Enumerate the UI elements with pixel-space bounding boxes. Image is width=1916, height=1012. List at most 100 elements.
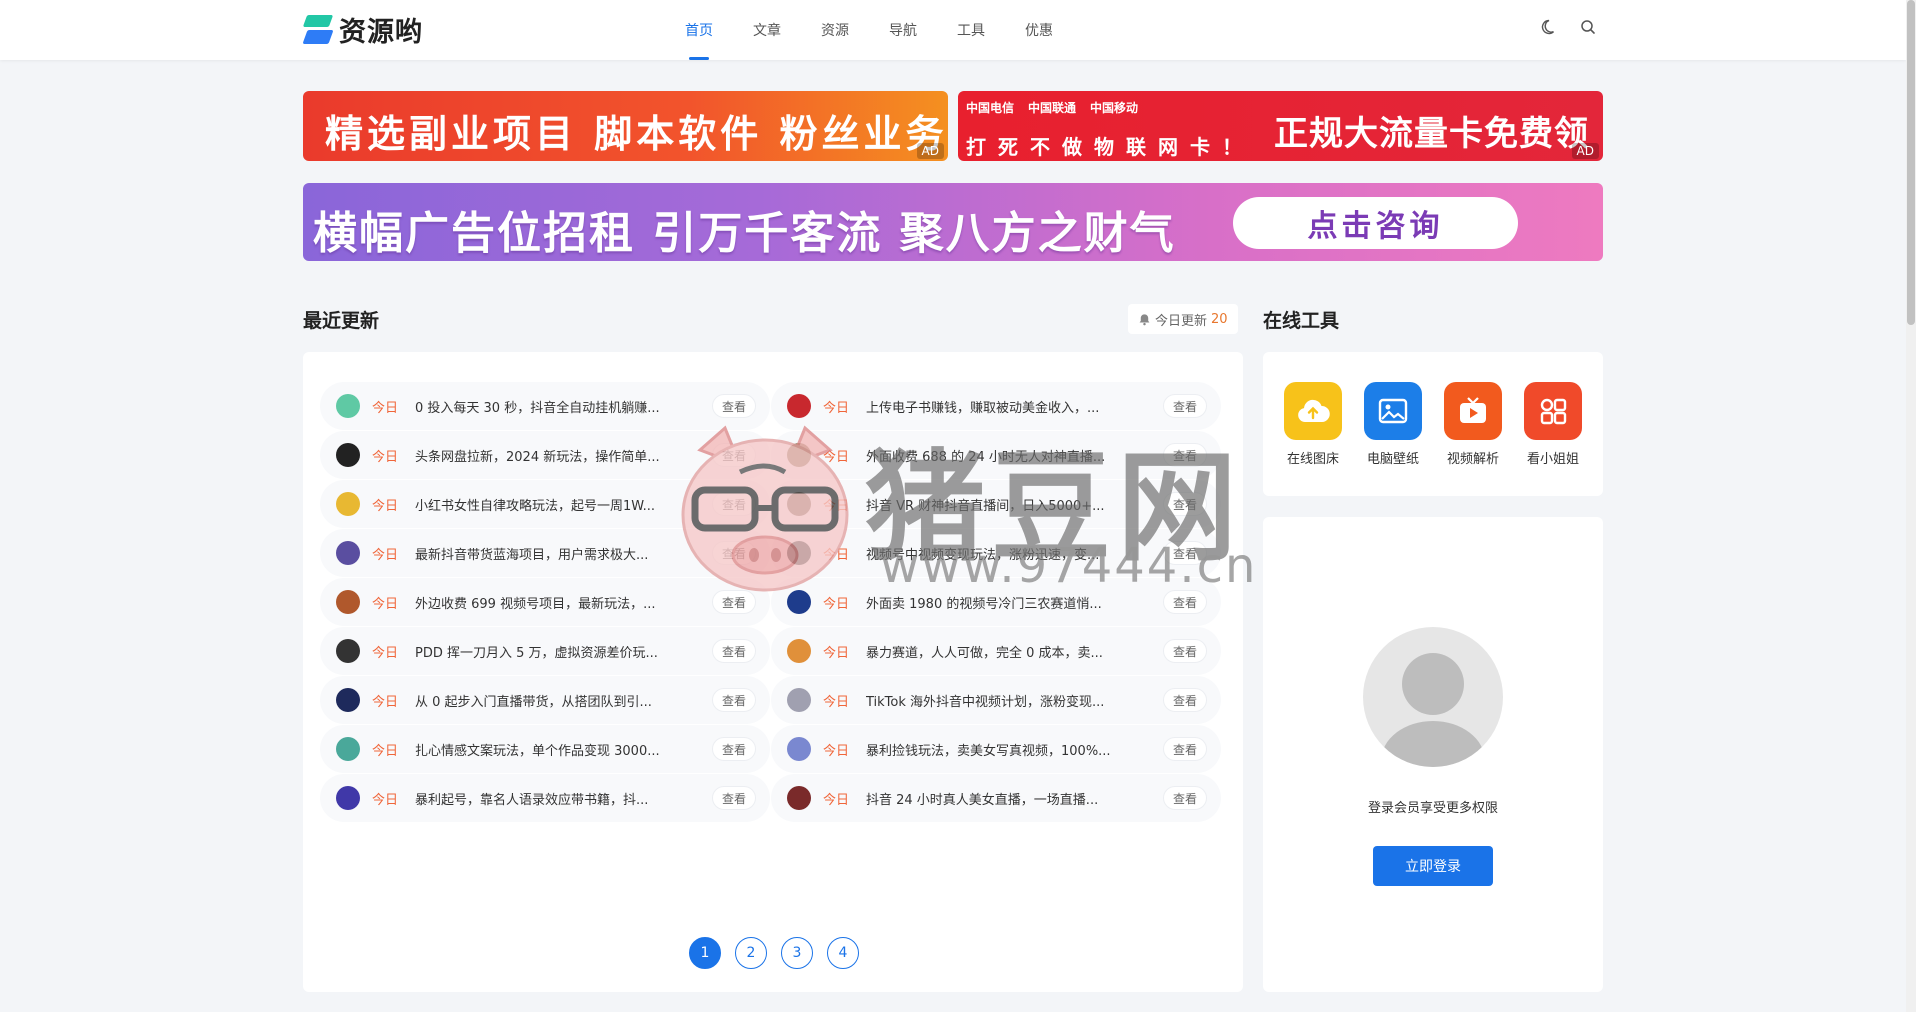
carrier-mobile: 中国移动: [1090, 101, 1139, 115]
item-title[interactable]: 外面收费 688 的 24 小时无人对神直播...: [866, 446, 1126, 465]
tool-video-parse[interactable]: 视频解析: [1433, 382, 1513, 467]
item-title[interactable]: 暴利捡钱玩法，卖美女写真视频，100%...: [866, 740, 1126, 759]
list-item[interactable]: 今日 上传电子书赚钱，赚取被动美金收入，... 查看: [771, 382, 1221, 430]
view-button[interactable]: 查看: [1163, 688, 1207, 712]
view-button[interactable]: 查看: [1163, 541, 1207, 565]
page-scrollbar[interactable]: [1906, 0, 1916, 1012]
page-button[interactable]: 1: [689, 937, 721, 969]
item-title[interactable]: 抖音 VR 财神抖音直播间，日入5000+...: [866, 495, 1126, 514]
item-date-tag: 今日: [823, 547, 850, 563]
tool-wallpaper[interactable]: 电脑壁纸: [1353, 382, 1433, 467]
item-title[interactable]: 扎心情感文案玩法，单个作品变现 3000...: [415, 740, 675, 759]
view-button[interactable]: 查看: [712, 394, 756, 418]
list-item[interactable]: 今日 0 投入每天 30 秒，抖音全自动挂机躺赚... 查看: [320, 382, 770, 430]
list-item[interactable]: 今日 暴利起号，靠名人语录效应带书籍，抖... 查看: [320, 774, 770, 822]
item-thumbnail: [336, 639, 360, 663]
login-button[interactable]: 立即登录: [1373, 846, 1493, 886]
view-button[interactable]: 查看: [712, 541, 756, 565]
item-thumbnail: [787, 590, 811, 614]
view-button[interactable]: 查看: [712, 639, 756, 663]
item-title[interactable]: PDD 挥一刀月入 5 万，虚拟资源差价玩...: [415, 642, 675, 661]
view-button[interactable]: 查看: [1163, 492, 1207, 516]
view-button[interactable]: 查看: [1163, 786, 1207, 810]
item-title[interactable]: 抖音 24 小时真人美女直播，一场直播...: [866, 789, 1126, 808]
list-item[interactable]: 今日 头条网盘拉新，2024 新玩法，操作简单... 查看: [320, 431, 770, 479]
item-thumbnail: [336, 590, 360, 614]
item-title[interactable]: 外边收费 699 视频号项目，最新玩法，...: [415, 593, 675, 612]
dark-mode-moon-icon[interactable]: [1536, 16, 1558, 38]
ad-banner-sim-card[interactable]: 中国电信 中国联通 中国移动 打死不做物联网卡！ 正规大流量卡免费领 AD: [958, 91, 1603, 161]
view-button[interactable]: 查看: [1163, 394, 1207, 418]
view-button[interactable]: 查看: [712, 492, 756, 516]
list-item[interactable]: 今日 抖音 24 小时真人美女直播，一场直播... 查看: [771, 774, 1221, 822]
item-thumbnail: [787, 394, 811, 418]
ad-banner-for-rent[interactable]: 横幅广告位招租 引万千客流 聚八方之财气 点击咨询: [303, 183, 1603, 261]
item-title[interactable]: 头条网盘拉新，2024 新玩法，操作简单...: [415, 446, 675, 465]
bell-icon: [1139, 313, 1150, 325]
view-button[interactable]: 查看: [712, 786, 756, 810]
list-item[interactable]: 今日 外面卖 1980 的视频号冷门三农赛道悄... 查看: [771, 578, 1221, 626]
item-title[interactable]: 暴利起号，靠名人语录效应带书籍，抖...: [415, 789, 675, 808]
list-item[interactable]: 今日 小红书女性自律攻略玩法，起号一周1W... 查看: [320, 480, 770, 528]
carrier-unicom: 中国联通: [1028, 101, 1077, 115]
list-item[interactable]: 今日 最新抖音带货蓝海项目，用户需求极大... 查看: [320, 529, 770, 577]
nav-deals[interactable]: 优惠: [1005, 0, 1073, 60]
carrier-logos: 中国电信 中国联通 中国移动: [966, 99, 1138, 116]
banner-1-text: 精选副业项目 脚本软件 粉丝业务: [325, 112, 948, 156]
nav-articles[interactable]: 文章: [733, 0, 801, 60]
list-item[interactable]: 今日 视频号中视频变现玩法，涨粉迅速，变... 查看: [771, 529, 1221, 577]
item-thumbnail: [336, 786, 360, 810]
page-button[interactable]: 2: [735, 937, 767, 969]
ad-banner-side-projects[interactable]: 精选副业项目 脚本软件 粉丝业务 AD: [303, 91, 948, 161]
view-button[interactable]: 查看: [712, 737, 756, 761]
scroll-thumb[interactable]: [1907, 0, 1915, 325]
item-title[interactable]: 上传电子书赚钱，赚取被动美金收入，...: [866, 397, 1126, 416]
item-date-tag: 今日: [372, 694, 399, 710]
item-title[interactable]: 暴力赛道，人人可做，完全 0 成本，卖...: [866, 642, 1126, 661]
list-item[interactable]: 今日 暴力赛道，人人可做，完全 0 成本，卖... 查看: [771, 627, 1221, 675]
nav-navigation[interactable]: 导航: [869, 0, 937, 60]
list-item[interactable]: 今日 抖音 VR 财神抖音直播间，日入5000+... 查看: [771, 480, 1221, 528]
view-button[interactable]: 查看: [1163, 639, 1207, 663]
item-title[interactable]: 小红书女性自律攻略玩法，起号一周1W...: [415, 495, 675, 514]
view-button[interactable]: 查看: [712, 443, 756, 467]
page-button[interactable]: 3: [781, 937, 813, 969]
item-title[interactable]: 从 0 起步入门直播带货，从搭团队到引...: [415, 691, 675, 710]
nav-home[interactable]: 首页: [665, 0, 733, 60]
nav-tools[interactable]: 工具: [937, 0, 1005, 60]
view-button[interactable]: 查看: [712, 590, 756, 614]
today-updates-count: 20: [1211, 311, 1228, 327]
item-thumbnail: [787, 786, 811, 810]
page-button[interactable]: 4: [827, 937, 859, 969]
list-item[interactable]: 今日 外边收费 699 视频号项目，最新玩法，... 查看: [320, 578, 770, 626]
tool-image-host[interactable]: 在线图床: [1273, 382, 1353, 467]
item-title[interactable]: 视频号中视频变现玩法，涨粉迅速，变...: [866, 544, 1126, 563]
search-icon[interactable]: [1577, 16, 1599, 38]
list-item[interactable]: 今日 扎心情感文案玩法，单个作品变现 3000... 查看: [320, 725, 770, 773]
item-title[interactable]: 外面卖 1980 的视频号冷门三农赛道悄...: [866, 593, 1126, 612]
tool-gallery[interactable]: 看小姐姐: [1513, 382, 1593, 467]
consult-button[interactable]: 点击咨询: [1233, 197, 1518, 249]
site-logo[interactable]: 资源哟: [302, 10, 423, 49]
item-title[interactable]: TikTok 海外抖音中视频计划，涨粉变现...: [866, 691, 1126, 710]
list-item[interactable]: 今日从 0 起步入门直播带货，从搭团队到引... 查看: [320, 676, 770, 724]
main-nav: 首页 文章 资源 导航 工具 优惠: [665, 0, 1073, 60]
item-title[interactable]: 最新抖音带货蓝海项目，用户需求极大...: [415, 544, 675, 563]
logo-text: 资源哟: [339, 17, 423, 48]
nav-resources[interactable]: 资源: [801, 0, 869, 60]
item-thumbnail: [787, 541, 811, 565]
view-button[interactable]: 查看: [1163, 737, 1207, 761]
view-button[interactable]: 查看: [712, 688, 756, 712]
default-avatar-icon: [1363, 627, 1503, 767]
list-item[interactable]: 今日 PDD 挥一刀月入 5 万，虚拟资源差价玩... 查看: [320, 627, 770, 675]
list-item[interactable]: 今日 暴利捡钱玩法，卖美女写真视频，100%... 查看: [771, 725, 1221, 773]
list-item[interactable]: 今日 TikTok 海外抖音中视频计划，涨粉变现... 查看: [771, 676, 1221, 724]
list-item[interactable]: 今日 外面收费 688 的 24 小时无人对神直播... 查看: [771, 431, 1221, 479]
view-button[interactable]: 查看: [1163, 590, 1207, 614]
item-title[interactable]: 0 投入每天 30 秒，抖音全自动挂机躺赚...: [415, 397, 675, 416]
item-date-tag: 今日: [372, 400, 399, 416]
view-button[interactable]: 查看: [1163, 443, 1207, 467]
item-date-tag: 今日: [823, 498, 850, 514]
item-thumbnail: [787, 737, 811, 761]
item-date-tag: 今日: [372, 792, 399, 808]
